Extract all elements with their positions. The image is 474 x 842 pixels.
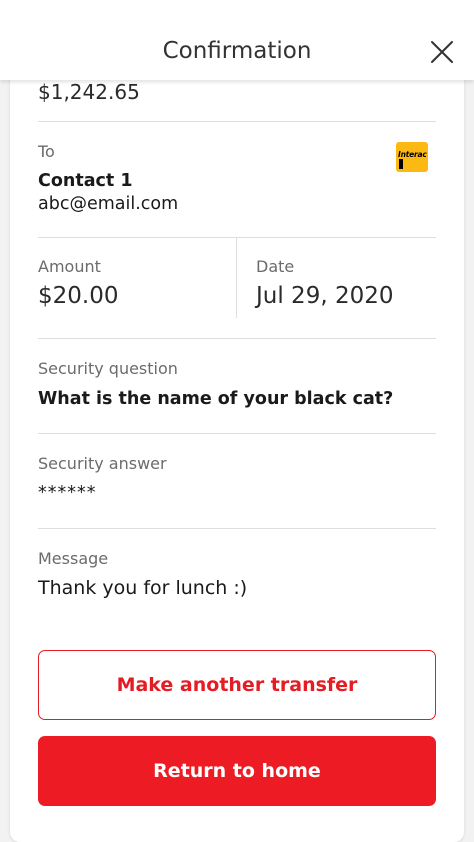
close-icon [431,41,453,63]
page-title: Confirmation [162,38,312,64]
account-balance: $1,242.65 [38,80,140,104]
date-value: Jul 29, 2020 [256,283,394,309]
amount-label: Amount [38,257,101,276]
message-value: Thank you for lunch :) [38,577,248,599]
divider [38,121,436,122]
recipient-email: abc@email.com [38,194,179,214]
message-label: Message [38,549,109,568]
security-question-value: What is the name of your black cat? [38,389,394,409]
vertical-divider [236,238,237,318]
divider [38,433,436,434]
date-label: Date [256,257,295,276]
interac-logo-icon: Interac [396,142,428,172]
interac-logo-bar [399,159,403,169]
security-question-label: Security question [38,359,178,378]
divider [38,237,436,238]
interac-logo-text: Interac [398,150,427,159]
recipient-label: To [38,142,55,161]
security-answer-label: Security answer [38,454,167,473]
amount-value: $20.00 [38,283,119,309]
return-to-home-button[interactable]: Return to home [38,736,436,806]
close-button[interactable] [426,36,458,68]
confirmation-card: $1,242.65 To Contact 1 abc@email.com Int… [10,56,464,842]
divider [38,528,436,529]
header-bar: Confirmation [0,0,474,80]
divider [38,338,436,339]
recipient-name: Contact 1 [38,171,133,191]
make-another-transfer-button[interactable]: Make another transfer [38,650,436,720]
security-answer-value: ****** [38,483,97,503]
